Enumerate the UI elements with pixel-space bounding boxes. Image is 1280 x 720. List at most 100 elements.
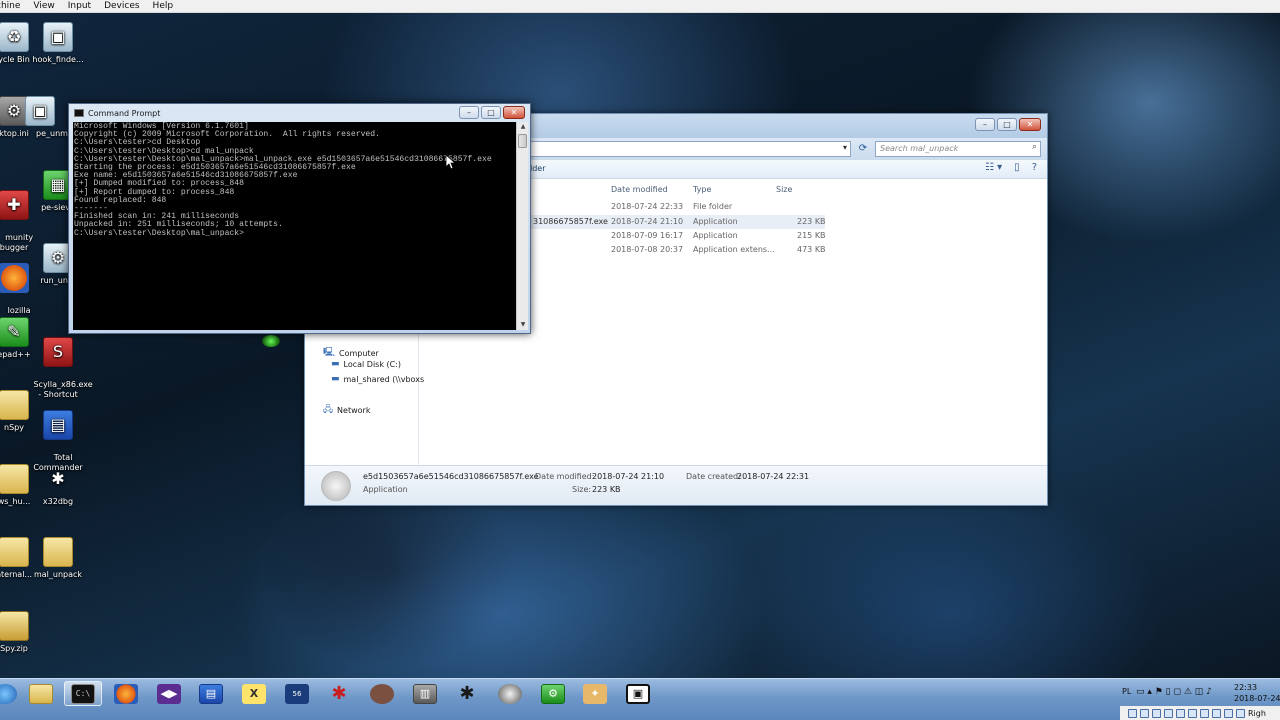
taskbar-visual-studio[interactable]: ◀▶ bbox=[150, 681, 188, 706]
taskbar-explorer[interactable] bbox=[22, 681, 60, 706]
woman-icon bbox=[370, 683, 394, 704]
vm-network-icon[interactable] bbox=[1164, 708, 1173, 718]
scroll-thumb[interactable] bbox=[518, 134, 527, 148]
scroll-up-icon[interactable]: ▲ bbox=[517, 122, 529, 132]
drive-icon: ▬ bbox=[331, 359, 340, 369]
clock-date[interactable]: 2018-07-24 bbox=[1234, 694, 1280, 703]
column-header-date[interactable]: Date modified bbox=[611, 185, 668, 194]
visual-studio-icon: ◀▶ bbox=[157, 683, 181, 704]
scylla-icon: S bbox=[43, 337, 73, 367]
floppy-icon: ▤ bbox=[199, 683, 223, 704]
vm-status-bar: Righ bbox=[1120, 706, 1280, 720]
taskbar-xvi[interactable]: X bbox=[235, 681, 273, 706]
vm-record-icon[interactable] bbox=[1200, 708, 1209, 718]
taskbar-total-commander[interactable]: ▤ bbox=[192, 681, 230, 706]
minimize-button[interactable]: – bbox=[459, 106, 479, 119]
minimize-button[interactable]: – bbox=[975, 118, 995, 131]
nav-item-label: mal_shared (\\vboxs bbox=[343, 374, 425, 384]
desktop-icon-x32dbg[interactable]: ✱ x32dbg bbox=[22, 464, 94, 507]
column-header-size[interactable]: Size bbox=[776, 185, 792, 194]
console-output[interactable]: Microsoft Windows [Version 6.1.7601] Cop… bbox=[73, 122, 516, 330]
desktop-icon-hook-finder[interactable]: ▣ hook_finde... bbox=[22, 22, 94, 65]
file-size: 215 KB bbox=[797, 231, 826, 240]
command-prompt-window[interactable]: Command Prompt – □ ✕ Microsoft Windows [… bbox=[68, 103, 531, 334]
view-options-icon[interactable]: ☷ ▾ bbox=[985, 162, 1002, 173]
desktop-icon-label: x32dbg bbox=[42, 497, 74, 506]
bug-icon: ✱ bbox=[459, 683, 475, 704]
file-date: 2018-07-24 21:10 bbox=[611, 217, 684, 226]
vm-mouse-icon[interactable] bbox=[1224, 708, 1233, 718]
taskbar-window-app[interactable]: ▣ bbox=[619, 681, 657, 706]
start-button[interactable] bbox=[0, 681, 24, 706]
taskbar-cmd[interactable]: C:\ bbox=[64, 681, 102, 706]
firefox-icon bbox=[114, 683, 138, 704]
vm-disk-icon[interactable] bbox=[1128, 708, 1137, 718]
nav-item-label: Computer bbox=[339, 348, 379, 358]
nav-item-mal-shared[interactable]: ▬ mal_shared (\\vboxs bbox=[331, 374, 424, 384]
cmd-titlebar[interactable]: Command Prompt – □ ✕ bbox=[69, 104, 530, 122]
zip-icon bbox=[0, 611, 29, 641]
file-size: 223 KB bbox=[797, 217, 826, 226]
desktop-icon-label: hook_finde... bbox=[32, 55, 84, 64]
taskbar-gear-app[interactable]: ⚙ bbox=[534, 681, 572, 706]
nav-item-local-disk[interactable]: ▬ Local Disk (C:) bbox=[331, 359, 401, 369]
taskbar-hex-editor[interactable]: 56 bbox=[278, 681, 316, 706]
folder-icon bbox=[43, 537, 73, 567]
taskbar-woman-app[interactable] bbox=[363, 681, 401, 706]
preview-pane-icon[interactable]: ▯ bbox=[1014, 162, 1020, 173]
scroll-down-icon[interactable]: ▼ bbox=[517, 320, 529, 330]
file-size: 473 KB bbox=[797, 245, 826, 254]
taskbar-bear-app[interactable] bbox=[491, 681, 529, 706]
file-date: 2018-07-24 22:33 bbox=[611, 202, 684, 211]
refresh-icon[interactable]: ⟳ bbox=[855, 141, 871, 157]
clock-time[interactable]: 22:33 bbox=[1234, 683, 1257, 692]
new-folder-button[interactable]: lder bbox=[530, 164, 546, 173]
tray-icons[interactable]: ▭ ▴ ⚑ ▯ ◻ ⚠ ◫ ♪ bbox=[1136, 687, 1212, 697]
desktop-icon-pe-unmapper[interactable]: ▣ pe_unm bbox=[15, 96, 75, 139]
vm-menu-machine[interactable]: chine bbox=[0, 0, 27, 13]
search-input[interactable]: Search mal_unpack ⌕ bbox=[875, 141, 1041, 157]
maximize-button[interactable]: □ bbox=[997, 118, 1017, 131]
desktop-icon-label: Spy.zip bbox=[0, 644, 28, 653]
file-type: Application bbox=[693, 231, 738, 240]
desktop-icon-spy-zip[interactable]: Spy.zip bbox=[0, 611, 50, 654]
help-icon[interactable]: ? bbox=[1032, 162, 1037, 173]
chevron-down-icon[interactable]: ▾ bbox=[843, 143, 847, 152]
close-button[interactable]: ✕ bbox=[1019, 118, 1041, 131]
vm-display-icon[interactable] bbox=[1188, 708, 1197, 718]
network-drive-icon: ▬ bbox=[331, 374, 340, 384]
vm-keyboard-icon[interactable] bbox=[1236, 708, 1245, 718]
taskbar-debugger[interactable]: ✱ bbox=[320, 681, 358, 706]
desktop-icon-mal-unpack[interactable]: mal_unpack bbox=[22, 537, 94, 580]
vm-shared-folder-icon[interactable] bbox=[1176, 708, 1185, 718]
vm-menu-view[interactable]: View bbox=[27, 0, 61, 13]
vm-host-key: Righ bbox=[1248, 708, 1266, 718]
wallpaper-wolf-eye bbox=[262, 335, 280, 347]
maximize-button[interactable]: □ bbox=[481, 106, 501, 119]
vm-cpu-icon[interactable] bbox=[1212, 708, 1221, 718]
vm-menu-input[interactable]: Input bbox=[62, 0, 98, 13]
vm-menu-devices[interactable]: Devices bbox=[98, 0, 146, 13]
column-header-type[interactable]: Type bbox=[693, 185, 711, 194]
bear-icon bbox=[498, 683, 522, 704]
cmd-scrollbar[interactable]: ▲ ▼ bbox=[516, 122, 528, 330]
taskbar-puzzle-app[interactable]: ✦ bbox=[576, 681, 614, 706]
puzzle-icon: ✦ bbox=[583, 683, 607, 704]
vm-cd-icon[interactable] bbox=[1140, 708, 1149, 718]
cmd-title: Command Prompt bbox=[88, 109, 161, 118]
start-orb-icon bbox=[0, 683, 17, 704]
language-indicator[interactable]: PL bbox=[1122, 687, 1131, 696]
bug-icon: ✱ bbox=[51, 469, 65, 488]
taskbar: C:\ ◀▶ ▤ X 56 ✱ ▥ ✱ ⚙ ✦ ▣ PL ▭ ▴ ⚑ ▯ ◻ ⚠… bbox=[0, 678, 1280, 720]
nav-item-network[interactable]: 🖧 Network bbox=[323, 402, 370, 418]
gear-icon: ⚙ bbox=[541, 683, 565, 704]
xvi-icon: X bbox=[242, 683, 266, 704]
close-button[interactable]: ✕ bbox=[503, 106, 525, 119]
taskbar-firefox[interactable] bbox=[107, 681, 145, 706]
cmd-icon: C:\ bbox=[71, 683, 95, 704]
vm-usb-icon[interactable] bbox=[1152, 708, 1161, 718]
file-type: File folder bbox=[693, 202, 733, 211]
vm-menu-help[interactable]: Help bbox=[147, 0, 181, 13]
taskbar-x32dbg[interactable]: ✱ bbox=[448, 681, 486, 706]
taskbar-archive[interactable]: ▥ bbox=[406, 681, 444, 706]
